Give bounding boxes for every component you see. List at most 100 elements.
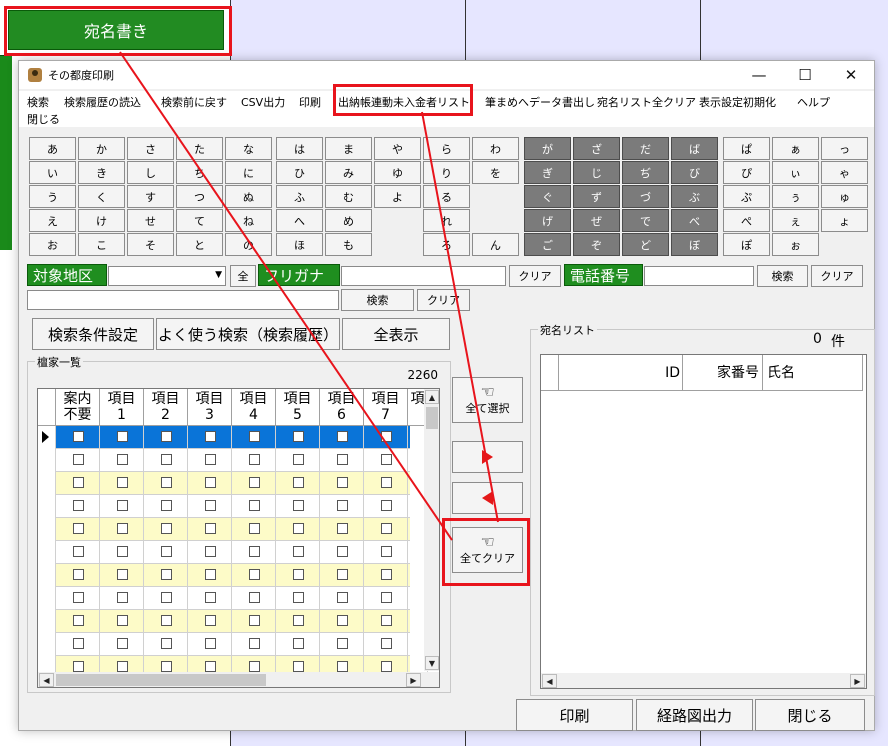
column-header[interactable]: 案内 不要 xyxy=(56,389,100,426)
kana-key[interactable]: の xyxy=(225,233,272,256)
kana-key[interactable]: し xyxy=(127,161,174,184)
kana-key[interactable]: よ xyxy=(374,185,421,208)
checkbox[interactable] xyxy=(380,431,392,442)
checkbox[interactable] xyxy=(380,592,392,603)
checkbox[interactable] xyxy=(292,431,304,442)
kana-key[interactable]: ぶ xyxy=(671,185,718,208)
kana-key[interactable]: お xyxy=(29,233,76,256)
kana-key[interactable]: あ xyxy=(29,137,76,160)
remove-from-list-button[interactable] xyxy=(452,482,523,514)
kana-key[interactable]: ぬ xyxy=(225,185,272,208)
checkbox[interactable] xyxy=(116,454,128,465)
row-header[interactable] xyxy=(38,610,56,633)
table-row[interactable] xyxy=(38,633,428,656)
checkbox[interactable] xyxy=(248,569,260,580)
kana-key[interactable]: や xyxy=(374,137,421,160)
checkbox[interactable] xyxy=(116,477,128,488)
checkbox[interactable] xyxy=(160,431,172,442)
kana-key[interactable]: い xyxy=(29,161,76,184)
checkbox[interactable] xyxy=(116,500,128,511)
danka-grid[interactable]: 案内 不要 項目 1 項目 2 項目 3 項目 4 項目 5 項目 6 項目 7 項 ▲ ▼ ◀ ▶ xyxy=(37,388,440,688)
kana-key[interactable]: か xyxy=(78,137,125,160)
kana-key[interactable]: に xyxy=(225,161,272,184)
scroll-up-button[interactable]: ▲ xyxy=(425,390,439,404)
checkbox[interactable] xyxy=(160,454,172,465)
checkbox[interactable] xyxy=(72,454,84,465)
kana-key[interactable]: ぇ xyxy=(772,209,819,232)
clear-all-button[interactable]: ☜ 全てクリア xyxy=(452,527,523,573)
phone-search-button[interactable]: 検索 xyxy=(757,265,808,287)
checkbox[interactable] xyxy=(160,546,172,557)
kana-key[interactable]: さ xyxy=(127,137,174,160)
kana-key[interactable]: ゃ xyxy=(821,161,868,184)
kana-key[interactable]: ば xyxy=(671,137,718,160)
phone-input[interactable] xyxy=(644,266,754,286)
checkbox[interactable] xyxy=(248,454,260,465)
kana-key[interactable]: け xyxy=(78,209,125,232)
row-header[interactable] xyxy=(38,633,56,656)
menu-csv-export[interactable]: CSV出力 xyxy=(241,94,285,110)
kana-key[interactable]: る xyxy=(423,185,470,208)
row-header[interactable] xyxy=(38,426,56,449)
column-header-id[interactable]: ID xyxy=(559,355,683,391)
kana-key[interactable]: て xyxy=(176,209,223,232)
checkbox[interactable] xyxy=(248,477,260,488)
checkbox[interactable] xyxy=(72,615,84,626)
checkbox[interactable] xyxy=(248,592,260,603)
kana-key[interactable]: ぅ xyxy=(772,185,819,208)
table-row[interactable] xyxy=(38,541,428,564)
kana-key[interactable]: う xyxy=(29,185,76,208)
checkbox[interactable] xyxy=(336,431,348,442)
kana-key[interactable]: ほ xyxy=(276,233,323,256)
column-header[interactable]: 項目 2 xyxy=(144,389,188,426)
menu-close[interactable]: 閉じる xyxy=(27,111,60,127)
kana-key[interactable]: は xyxy=(276,137,323,160)
kana-key[interactable]: ず xyxy=(573,185,620,208)
kana-key[interactable]: ぴ xyxy=(723,161,770,184)
horizontal-scrollbar[interactable]: ◀ ▶ xyxy=(38,672,439,687)
kana-key[interactable]: で xyxy=(622,209,669,232)
checkbox[interactable] xyxy=(292,523,304,534)
kana-key[interactable]: ち xyxy=(176,161,223,184)
kana-key[interactable]: ざ xyxy=(573,137,620,160)
menu-unpaid-list[interactable]: 出納帳連動未入金者リスト xyxy=(338,94,470,110)
checkbox[interactable] xyxy=(248,546,260,557)
minimize-button[interactable]: — xyxy=(736,61,782,89)
kana-key[interactable]: す xyxy=(127,185,174,208)
checkbox[interactable] xyxy=(336,523,348,534)
checkbox[interactable] xyxy=(292,592,304,603)
kana-key[interactable]: ぺ xyxy=(723,209,770,232)
column-header[interactable]: 項目 6 xyxy=(320,389,364,426)
search-history-button[interactable]: よく使う検索（検索履歴） xyxy=(156,318,340,350)
kana-key[interactable]: な xyxy=(225,137,272,160)
kana-key[interactable]: ぽ xyxy=(723,233,770,256)
checkbox[interactable] xyxy=(248,615,260,626)
kana-key[interactable]: ぃ xyxy=(772,161,819,184)
close-button[interactable]: 閉じる xyxy=(755,699,865,731)
checkbox[interactable] xyxy=(292,569,304,580)
checkbox[interactable] xyxy=(72,569,84,580)
kana-key[interactable]: も xyxy=(325,233,372,256)
checkbox[interactable] xyxy=(380,546,392,557)
checkbox[interactable] xyxy=(204,523,216,534)
checkbox[interactable] xyxy=(116,615,128,626)
kana-key[interactable]: ね xyxy=(225,209,272,232)
menu-print[interactable]: 印刷 xyxy=(299,94,321,110)
column-header-house-no[interactable]: 家番号 xyxy=(683,355,763,391)
checkbox[interactable] xyxy=(292,454,304,465)
checkbox[interactable] xyxy=(380,500,392,511)
free-clear-button[interactable]: クリア xyxy=(417,289,470,311)
checkbox[interactable] xyxy=(248,500,260,511)
checkbox[interactable] xyxy=(204,638,216,649)
checkbox[interactable] xyxy=(292,477,304,488)
kana-key[interactable]: ぜ xyxy=(573,209,620,232)
checkbox[interactable] xyxy=(336,592,348,603)
checkbox[interactable] xyxy=(116,638,128,649)
vertical-scrollbar[interactable]: ▲ ▼ xyxy=(424,389,439,671)
checkbox[interactable] xyxy=(292,500,304,511)
add-to-list-button[interactable] xyxy=(452,441,523,473)
address-grid[interactable]: ID 家番号 氏名 ◀ ▶ xyxy=(540,354,867,689)
kana-key[interactable]: り xyxy=(423,161,470,184)
table-row[interactable] xyxy=(38,564,428,587)
search-settings-button[interactable]: 検索条件設定 xyxy=(32,318,154,350)
